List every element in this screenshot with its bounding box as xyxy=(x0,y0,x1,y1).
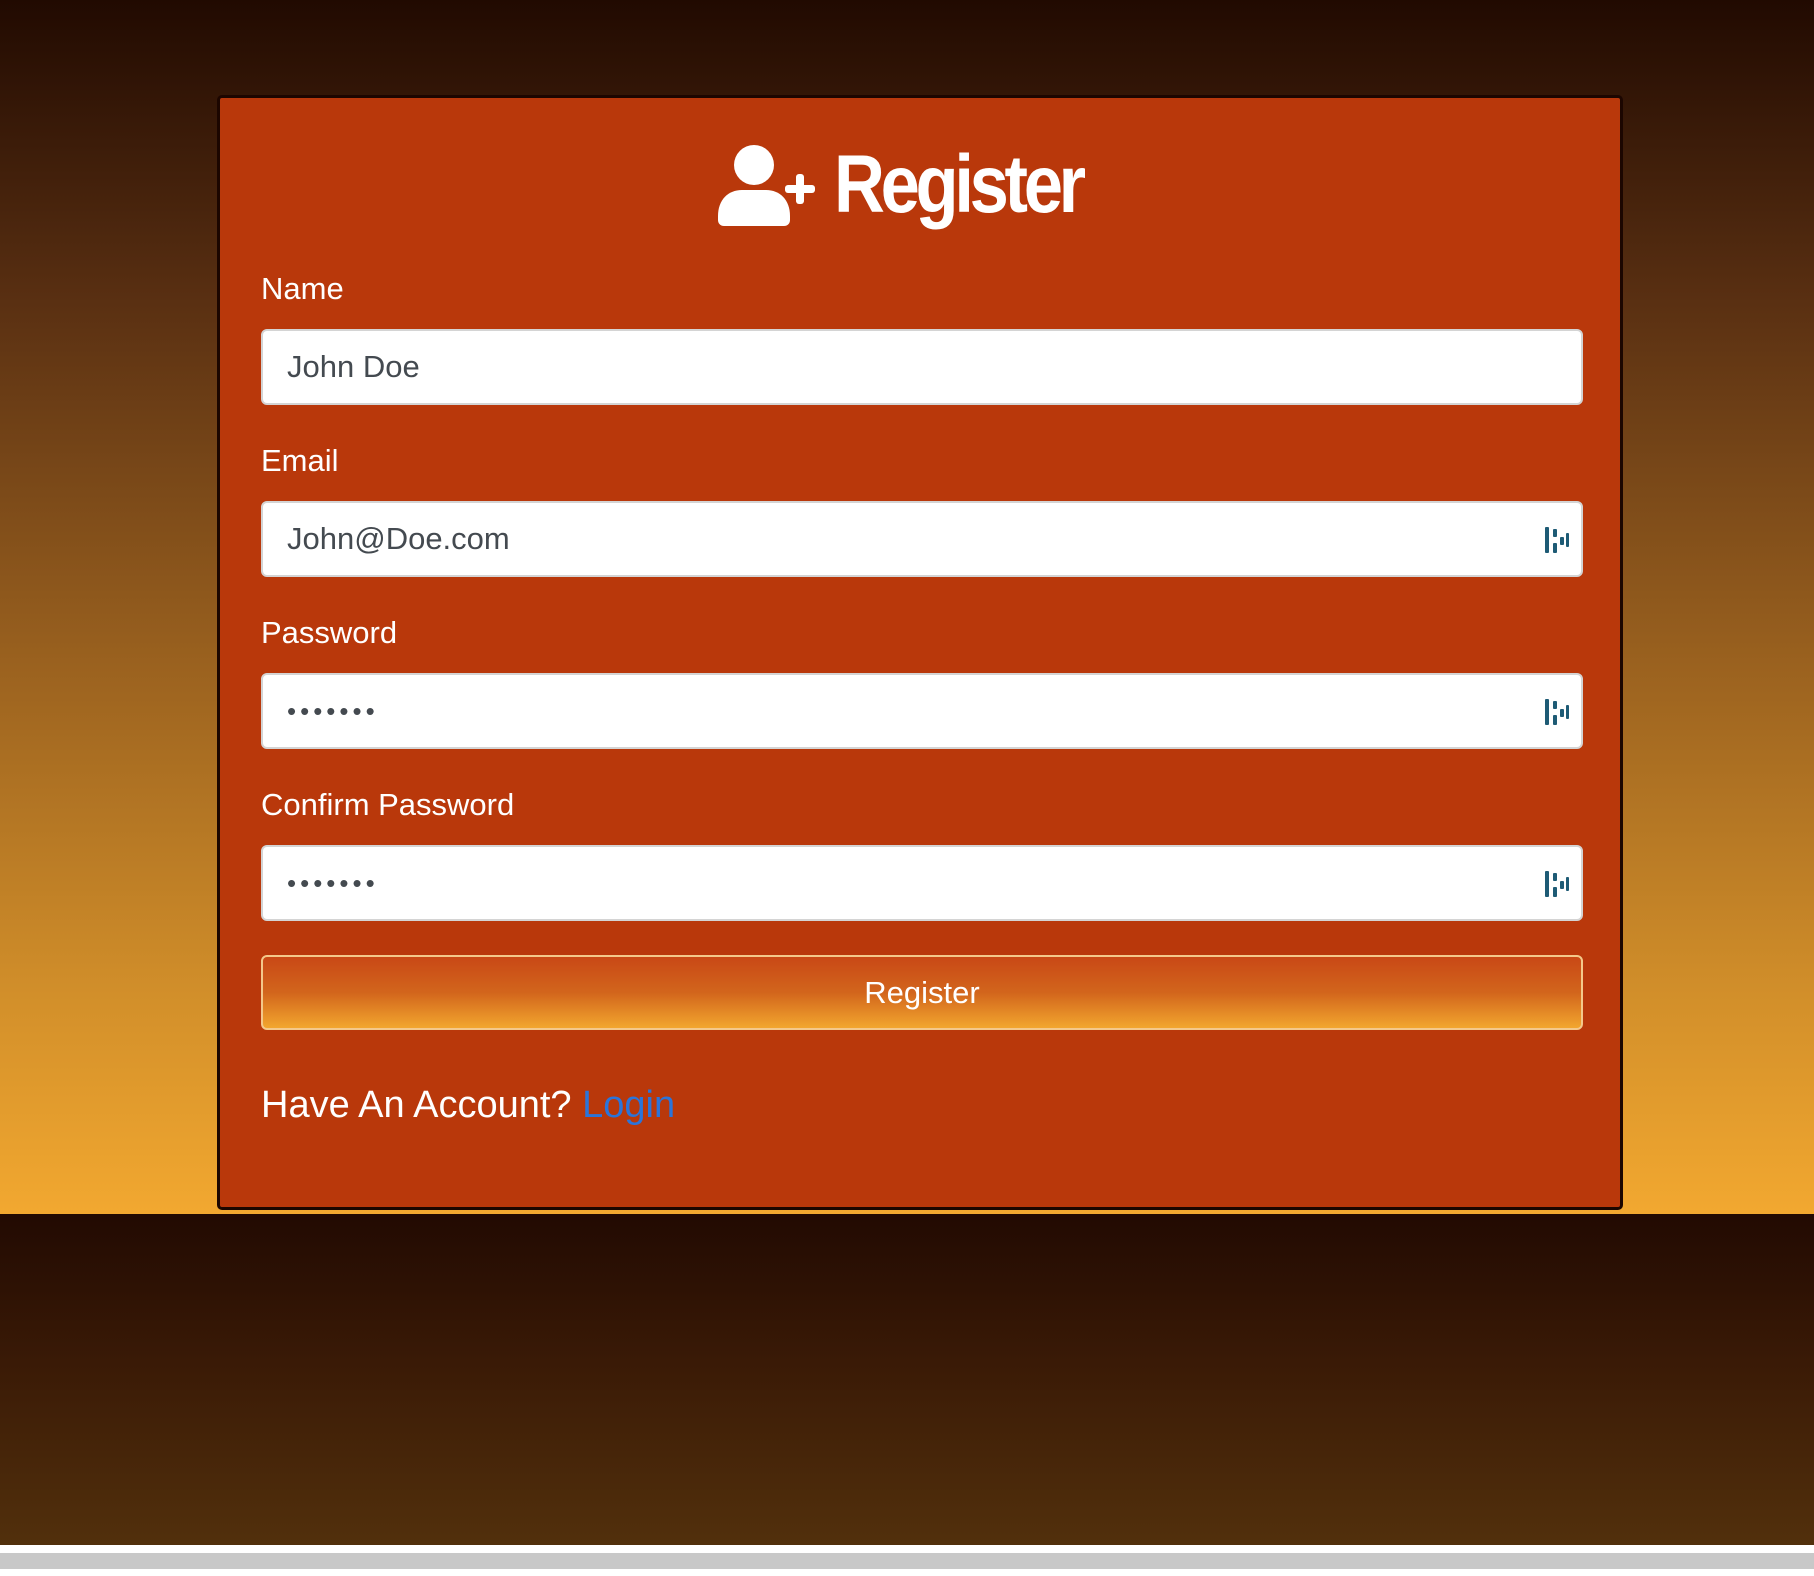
user-plus-icon xyxy=(717,145,815,226)
email-input-box xyxy=(261,501,1583,577)
password-manager-icon[interactable] xyxy=(1543,697,1571,727)
confirm-password-input[interactable] xyxy=(263,847,1581,919)
login-link[interactable]: Login xyxy=(582,1084,675,1126)
register-button[interactable]: Register xyxy=(261,955,1583,1030)
confirm-password-label: Confirm Password xyxy=(261,787,515,822)
horizontal-scrollbar[interactable] xyxy=(0,1553,1814,1569)
password-input-box xyxy=(261,673,1583,749)
page-background-lower xyxy=(0,1214,1814,1545)
email-input[interactable] xyxy=(263,503,1581,575)
register-card: Register Name Email Password xyxy=(217,95,1623,1210)
have-account-line: Have An Account? Login xyxy=(261,1086,675,1124)
password-manager-icon[interactable] xyxy=(1543,869,1571,899)
password-field-group: Password xyxy=(261,617,1583,749)
name-input-box xyxy=(261,329,1583,405)
page-title: Register xyxy=(220,144,1620,226)
name-label: Name xyxy=(261,271,344,306)
confirm-password-input-box xyxy=(261,845,1583,921)
email-label: Email xyxy=(261,443,339,478)
name-field-group: Name xyxy=(261,273,1583,405)
account-prompt: Have An Account? xyxy=(261,1084,572,1126)
name-input[interactable] xyxy=(263,331,1581,403)
register-heading: Register xyxy=(833,139,1086,230)
confirm-password-field-group: Confirm Password xyxy=(261,789,1583,921)
email-field-group: Email xyxy=(261,445,1583,577)
password-label: Password xyxy=(261,615,398,650)
password-manager-icon[interactable] xyxy=(1543,525,1571,555)
password-input[interactable] xyxy=(263,675,1581,747)
